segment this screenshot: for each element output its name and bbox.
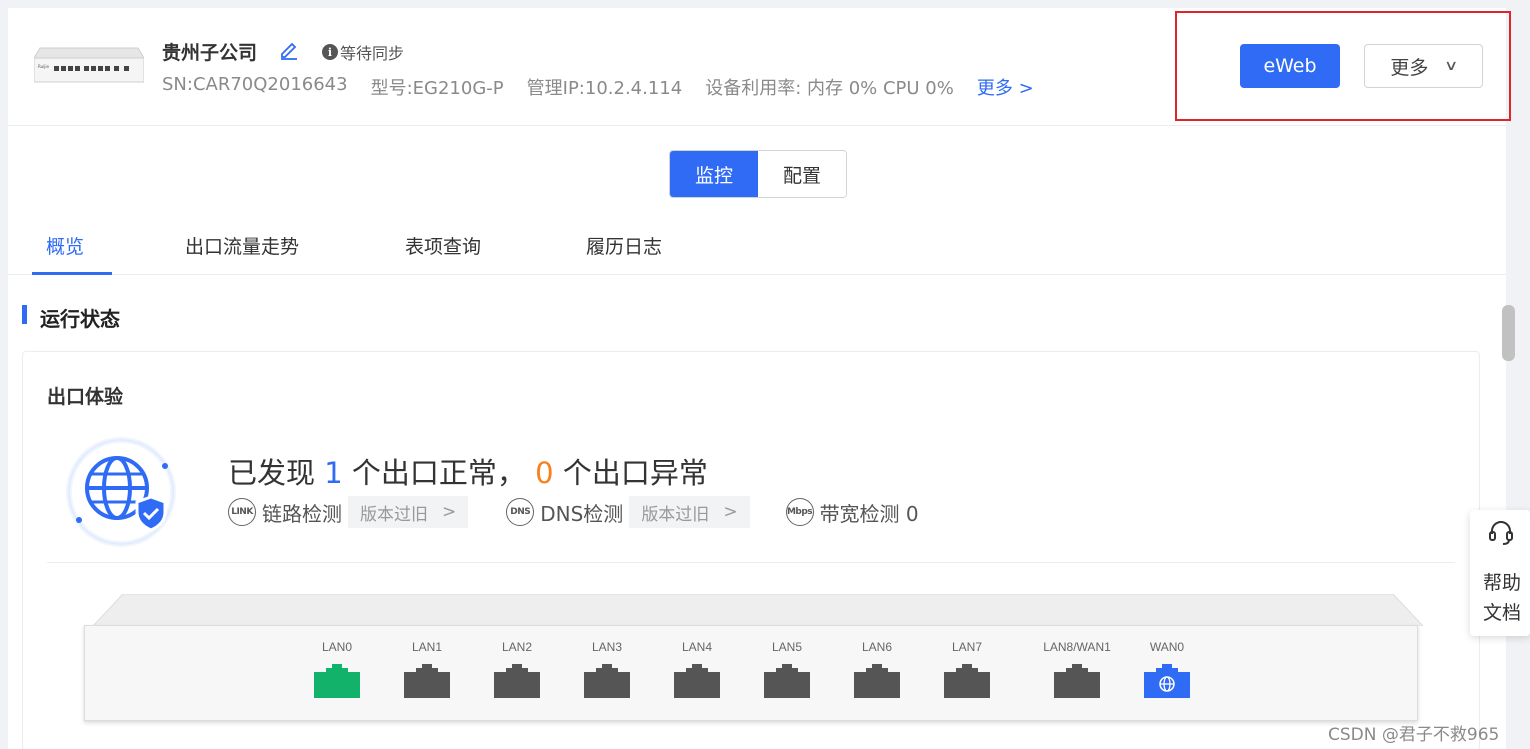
tab-entry-query[interactable]: 表项查询	[405, 232, 481, 259]
divider	[47, 562, 1455, 563]
chevron-right-icon: >	[723, 502, 738, 522]
port-label: LAN8/WAN1	[1043, 640, 1111, 654]
port-label: LAN5	[771, 640, 803, 654]
tab-monitor[interactable]: 监控	[670, 151, 758, 197]
port-jack-wan[interactable]	[1144, 664, 1190, 698]
link-icon: LINK	[228, 498, 256, 526]
chevron-right-icon: >	[442, 502, 457, 522]
more-dropdown-label: 更多	[1390, 56, 1429, 79]
port-jack-down[interactable]	[404, 664, 450, 698]
port-jack-down[interactable]	[674, 664, 720, 698]
port-lan4: LAN4	[667, 640, 727, 698]
tab-egress-traffic-trend[interactable]: 出口流量走势	[185, 232, 299, 259]
section-accent-bar	[22, 305, 27, 324]
help-docs-label: 帮助文档	[1482, 572, 1521, 624]
egress-summary: 已发现 1 个出口正常， 0 个出口异常	[228, 450, 708, 492]
globe-shield-icon	[66, 437, 176, 547]
port-lan2: LAN2	[487, 640, 547, 698]
view-mode-toggle: 监控 配置	[669, 150, 847, 198]
sync-status-text: 等待同步	[340, 44, 405, 63]
port-lan6: LAN6	[847, 640, 907, 698]
port-lan7: LAN7	[937, 640, 997, 698]
port-label: LAN0	[321, 640, 353, 654]
port-label: LAN2	[501, 640, 533, 654]
active-tab-indicator	[32, 272, 112, 275]
port-label: LAN6	[861, 640, 893, 654]
more-info-link[interactable]: 更多 >	[977, 74, 1034, 100]
link-detection-label: 链路检测	[262, 501, 342, 526]
port-jack-up[interactable]	[314, 664, 360, 698]
panel-title: 出口体验	[47, 386, 124, 408]
headset-icon	[1489, 521, 1513, 545]
device-name: 贵州子公司	[162, 42, 258, 64]
dns-version-text: 版本过旧	[641, 504, 710, 525]
more-dropdown-button[interactable]: 更多 ∨	[1364, 44, 1483, 88]
scrollbar-thumb[interactable]	[1502, 305, 1515, 361]
port-label: WAN0	[1149, 640, 1185, 654]
port-lan3: LAN3	[577, 640, 637, 698]
bandwidth-detection: Mbps 带宽检测 0	[785, 498, 919, 527]
port-lan1: LAN1	[397, 640, 457, 698]
normal-text: 个出口正常，	[351, 456, 526, 490]
tab-config[interactable]: 配置	[758, 151, 846, 197]
port-jack-down[interactable]	[584, 664, 630, 698]
egress-experience-panel: 出口体验 已发现 1 个出口正常， 0 个出口异常 LINK 链路检测 版本过旧…	[22, 351, 1480, 749]
watermark: CSDN @君子不救965	[1328, 725, 1500, 745]
device-utilization: 设备利用率: 内存 0% CPU 0%	[705, 78, 954, 99]
device-detail-card: Ruijie 贵州子公司 i 等待同步 SN:CAR70Q2016643 型号:…	[8, 8, 1515, 749]
sync-status: i 等待同步	[322, 40, 404, 64]
sub-tabs: 概览 出口流量走势 表项查询 履历日志	[8, 228, 1506, 275]
dns-icon: DNS	[506, 498, 535, 526]
port-lan5: LAN5	[757, 640, 817, 698]
normal-count: 1	[324, 456, 343, 490]
device-top-surface	[93, 594, 1423, 626]
abnormal-text: 个出口异常	[562, 456, 708, 490]
edit-icon[interactable]	[278, 38, 300, 60]
mbps-icon: Mbps	[785, 498, 814, 526]
device-front-panel: LAN0 LAN1 LAN2 LAN3 LAN4 LAN5 LAN6 LAN7 LAN8/WAN…	[84, 625, 1418, 721]
port-jack-down[interactable]	[1054, 664, 1100, 698]
link-version-text: 版本过旧	[360, 504, 428, 525]
tab-overview[interactable]: 概览	[46, 232, 84, 259]
detections-row: LINK 链路检测 版本过旧 > DNS DNS检测 版本过旧 > Mbps 带…	[228, 496, 919, 528]
abnormal-count: 0	[535, 456, 554, 490]
device-mgmt-ip: 管理IP:10.2.4.114	[526, 78, 683, 99]
port-jack-down[interactable]	[764, 664, 810, 698]
port-jack-down[interactable]	[494, 664, 540, 698]
chevron-down-icon: ∨	[1444, 58, 1459, 74]
port-label: LAN7	[951, 640, 983, 654]
dns-version-tag[interactable]: 版本过旧 >	[629, 496, 750, 528]
port-lan0: LAN0	[307, 640, 367, 698]
port-wan0: WAN0	[1137, 640, 1197, 698]
device-brand-text: Ruijie	[38, 64, 49, 69]
bandwidth-detection-label: 带宽检测 0	[819, 501, 919, 526]
summary-prefix: 已发现	[228, 456, 316, 490]
port-label: LAN3	[591, 640, 623, 654]
device-sn: SN:CAR70Q2016643	[162, 74, 348, 95]
device-model: 型号:EG210G-P	[370, 78, 504, 99]
section-title: 运行状态	[40, 307, 120, 331]
port-jack-down[interactable]	[854, 664, 900, 698]
eweb-button[interactable]: eWeb	[1240, 44, 1340, 88]
link-detection: LINK 链路检测 版本过旧 >	[228, 496, 469, 528]
tab-history-log[interactable]: 履历日志	[586, 232, 662, 259]
dns-detection-label: DNS检测	[540, 501, 624, 526]
device-meta: SN:CAR70Q2016643 型号:EG210G-P 管理IP:10.2.4…	[162, 74, 1057, 100]
dns-detection: DNS DNS检测 版本过旧 >	[506, 496, 750, 528]
port-label: LAN1	[411, 640, 443, 654]
link-version-tag[interactable]: 版本过旧 >	[348, 496, 469, 528]
info-icon: i	[322, 44, 338, 60]
device-header: Ruijie 贵州子公司 i 等待同步 SN:CAR70Q2016643 型号:…	[8, 8, 1506, 126]
device-thumbnail: Ruijie	[34, 47, 144, 83]
port-lan8-wan1: LAN8/WAN1	[1037, 640, 1117, 698]
port-jack-down[interactable]	[944, 664, 990, 698]
help-docs-button[interactable]: 帮助文档	[1470, 510, 1530, 636]
port-label: LAN4	[681, 640, 713, 654]
